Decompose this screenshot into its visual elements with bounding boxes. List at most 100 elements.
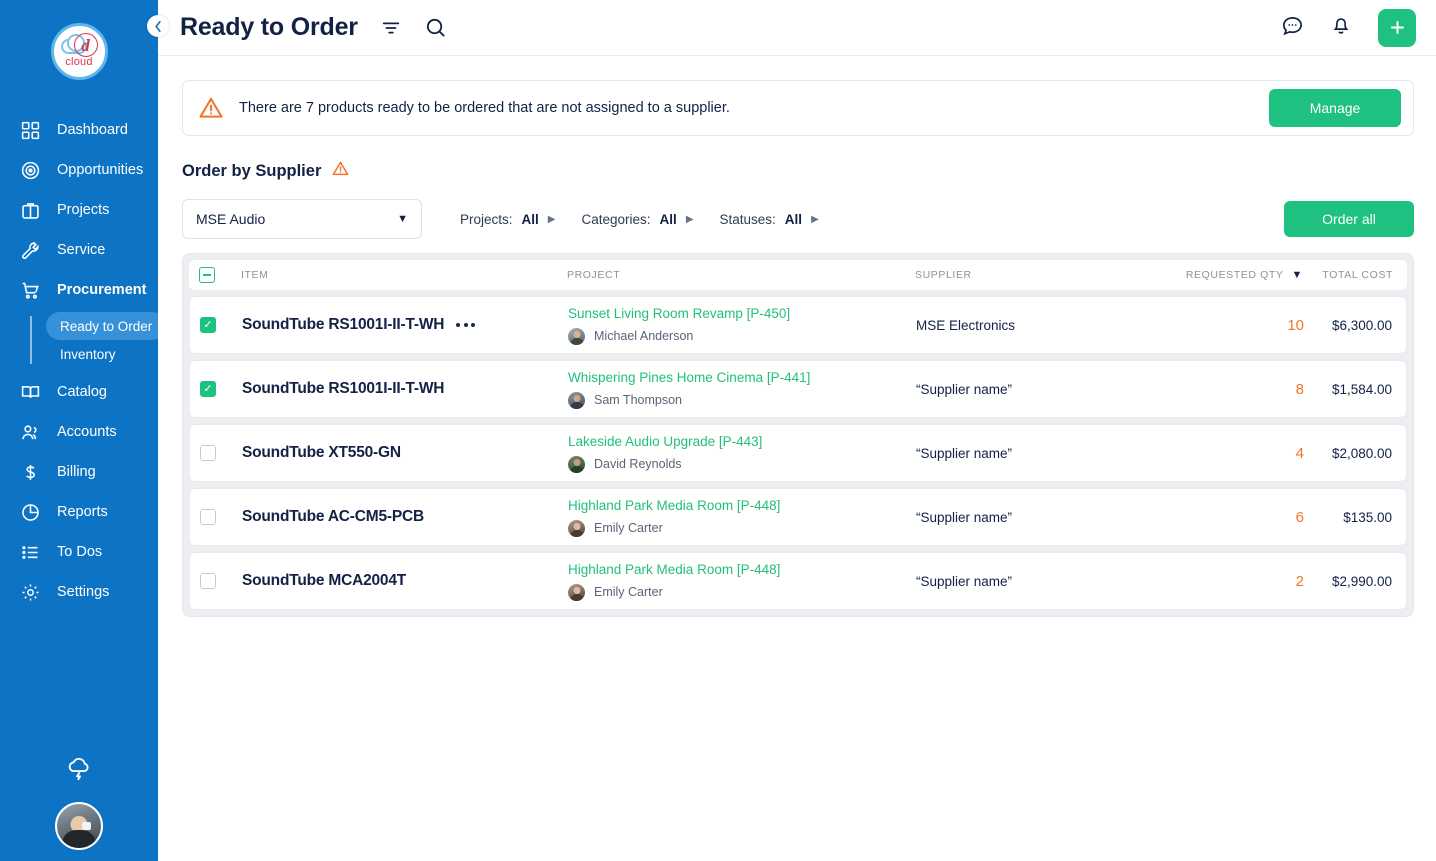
manage-button[interactable]: Manage [1269, 89, 1401, 127]
sidebar-item-label: Procurement [57, 282, 147, 298]
table-row[interactable]: SoundTube MCA2004T Highland Park Media R… [189, 552, 1407, 610]
item-cell: SoundTube RS1001I-II-T-WH [242, 316, 568, 334]
sidebar-item-catalog[interactable]: Catalog [0, 372, 158, 412]
app-logo[interactable]: d cloud [50, 23, 108, 80]
filter-value: All [521, 211, 539, 227]
row-checkbox[interactable] [200, 445, 216, 461]
sidebar-item-to-dos[interactable]: To Dos [0, 532, 158, 572]
list-icon [20, 542, 41, 563]
sidebar-nav: Dashboard Opportunities Projects Service… [0, 110, 167, 612]
item-cell: SoundTube XT550-GN [242, 444, 568, 462]
row-checkbox[interactable]: ✓ [200, 381, 216, 397]
sidebar-item-settings[interactable]: Settings [0, 572, 158, 612]
filter-categories[interactable]: Categories: All ▶ [582, 212, 694, 227]
column-header-total-cost[interactable]: TOTAL COST [1303, 269, 1393, 281]
row-checkbox-cell [200, 573, 242, 589]
item-cell: SoundTube MCA2004T [242, 572, 568, 590]
sidebar-item-ready-to-order[interactable]: Ready to Order [46, 312, 167, 340]
sidebar-item-billing[interactable]: Billing [0, 452, 158, 492]
filter-row: MSE Audio ▼ Projects: All ▶ Categories: … [182, 199, 1414, 239]
chat-bubble-icon[interactable] [1281, 14, 1304, 42]
table-row[interactable]: SoundTube AC-CM5-PCB Highland Park Media… [189, 488, 1407, 546]
sidebar-item-label: Settings [57, 584, 110, 600]
owner-name: Sam Thompson [594, 393, 683, 407]
sidebar-collapse-button[interactable] [147, 15, 169, 37]
avatar [568, 455, 585, 473]
filter-label: Categories: [581, 211, 651, 227]
column-header-supplier[interactable]: SUPPLIER [915, 269, 1133, 281]
filter-label: Projects: [460, 211, 513, 227]
table-row[interactable]: ✓ SoundTube RS1001I-II-T-WH Sunset Livin… [189, 296, 1407, 354]
cost-cell: $2,990.00 [1331, 573, 1392, 589]
project-cell: Highland Park Media Room [P-448] Emily C… [568, 498, 916, 537]
filter-projects[interactable]: Projects: All ▶ [460, 212, 556, 227]
project-link[interactable]: Whispering Pines Home Cinema [P-441] [568, 370, 916, 385]
sidebar-item-service[interactable]: Service [0, 230, 158, 270]
sidebar-item-accounts[interactable]: Accounts [0, 412, 158, 452]
supplier-cell: MSE Electronics [916, 317, 1016, 333]
supplier-select[interactable]: MSE Audio ▼ [182, 199, 422, 239]
project-link[interactable]: Sunset Living Room Revamp [P-450] [568, 306, 916, 321]
project-owner: Emily Carter [568, 519, 916, 537]
sidebar-item-inventory[interactable]: Inventory [46, 340, 130, 368]
sidebar-item-label: To Dos [57, 544, 103, 560]
cart-icon [20, 280, 41, 301]
project-link[interactable]: Highland Park Media Room [P-448] [568, 498, 916, 513]
row-checkbox[interactable]: ✓ [200, 317, 216, 333]
filter-statuses[interactable]: Statuses: All ▶ [720, 212, 819, 227]
qty-cell: 6 [1295, 508, 1304, 526]
cost-cell: $135.00 [1343, 509, 1392, 525]
project-owner: Michael Anderson [568, 327, 916, 345]
sidebar-item-projects[interactable]: Projects [0, 190, 158, 230]
logo-text: cloud [65, 56, 93, 68]
caret-right-icon: ▶ [547, 213, 556, 225]
bell-icon[interactable] [1330, 14, 1352, 41]
sub-item-label: Ready to Order [60, 318, 153, 334]
quick-filters: Projects: All ▶ Categories: All ▶ Status… [460, 212, 819, 227]
top-bar: Ready to Order [158, 0, 1436, 56]
cost-cell: $6,300.00 [1331, 317, 1392, 333]
select-all-checkbox-cell [199, 267, 241, 283]
more-options-icon[interactable] [456, 323, 476, 327]
chevron-down-icon: ▼ [397, 213, 408, 225]
column-header-requested-qty[interactable]: REQUESTED QTY ▼ [1133, 269, 1303, 281]
sidebar: d cloud Dashboard Opportunities Projects… [0, 0, 167, 861]
filter-icon[interactable] [380, 17, 402, 39]
sidebar-item-reports[interactable]: Reports [0, 492, 158, 532]
gear-icon [20, 582, 41, 603]
project-link[interactable]: Highland Park Media Room [P-448] [568, 562, 916, 577]
sidebar-item-label: Opportunities [57, 162, 144, 178]
sidebar-item-opportunities[interactable]: Opportunities [0, 150, 158, 190]
section-title: Order by Supplier [182, 161, 322, 180]
row-checkbox[interactable] [200, 509, 216, 525]
sidebar-item-procurement[interactable]: Procurement [0, 270, 158, 310]
owner-name: Michael Anderson [594, 329, 694, 343]
sidebar-item-dashboard[interactable]: Dashboard [0, 110, 158, 150]
row-checkbox-cell [200, 509, 242, 525]
add-button[interactable] [1378, 8, 1416, 47]
order-all-button[interactable]: Order all [1284, 201, 1414, 237]
select-all-checkbox[interactable] [199, 267, 215, 283]
orders-table: ITEM PROJECT SUPPLIER REQUESTED QTY ▼ TO… [182, 253, 1414, 617]
user-avatar[interactable] [55, 802, 103, 850]
row-checkbox[interactable] [200, 573, 216, 589]
logo-wrap: d cloud [0, 0, 158, 80]
column-header-item[interactable]: ITEM [241, 269, 567, 281]
column-header-project[interactable]: PROJECT [567, 269, 915, 281]
grid-icon [20, 120, 41, 141]
sidebar-item-label: Service [57, 242, 106, 258]
main-area: Ready to Order There are 7 products read… [147, 0, 1436, 861]
sidebar-item-label: Accounts [57, 424, 117, 440]
project-cell: Lakeside Audio Upgrade [P-443] David Rey… [568, 434, 916, 473]
table-row[interactable]: ✓ SoundTube RS1001I-II-T-WH Whispering P… [189, 360, 1407, 418]
alert-message: There are 7 products ready to be ordered… [239, 100, 730, 116]
supplier-cell: “Supplier name” [916, 445, 1013, 461]
owner-name: Emily Carter [594, 585, 663, 599]
owner-name: Emily Carter [594, 521, 663, 535]
cloud-lightning-icon[interactable] [0, 753, 158, 781]
briefcase-icon [20, 200, 41, 221]
project-link[interactable]: Lakeside Audio Upgrade [P-443] [568, 434, 916, 449]
alert-banner: There are 7 products ready to be ordered… [182, 80, 1414, 136]
search-icon[interactable] [424, 16, 447, 39]
table-row[interactable]: SoundTube XT550-GN Lakeside Audio Upgrad… [189, 424, 1407, 482]
